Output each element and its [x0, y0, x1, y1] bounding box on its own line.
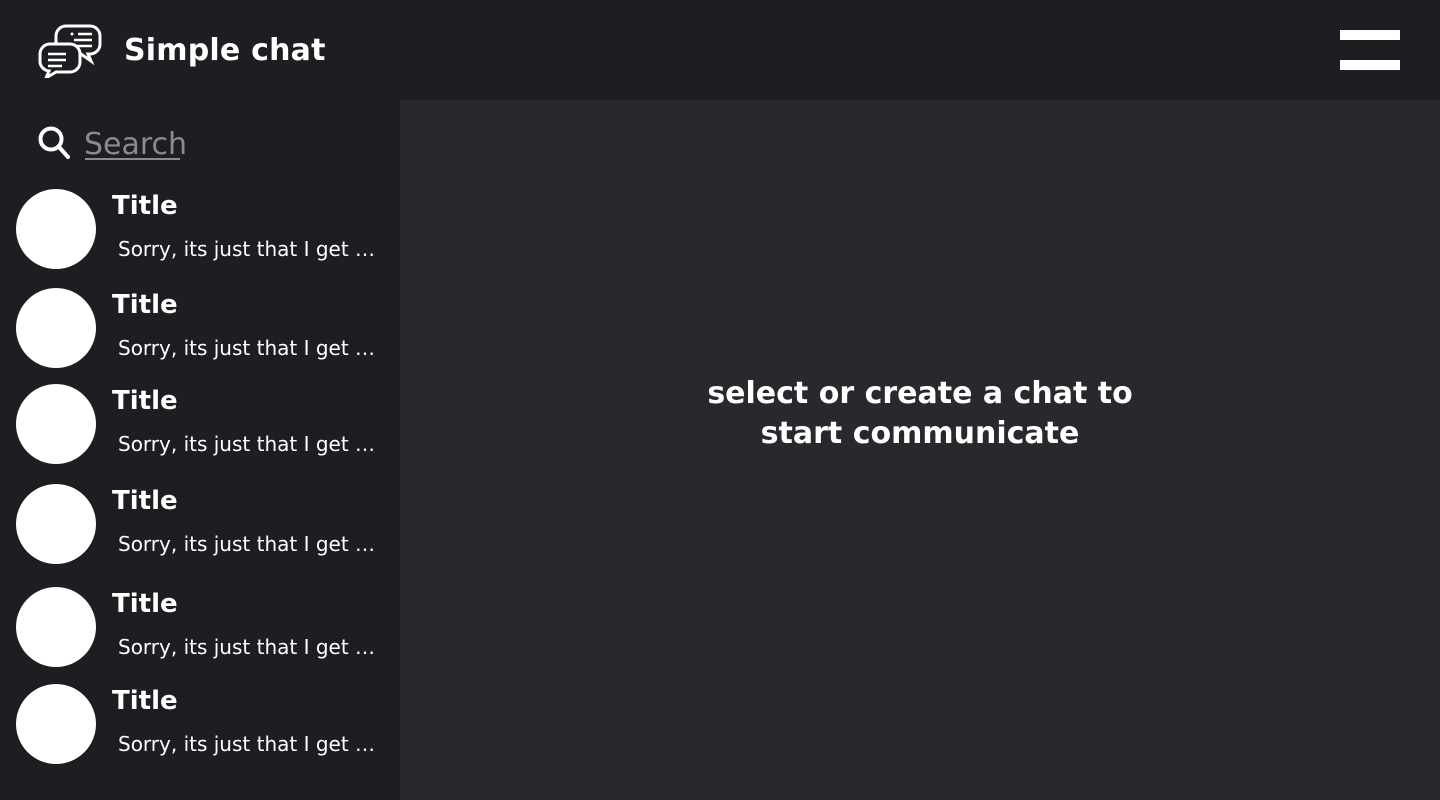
- empty-state-line-2: start communicate: [760, 416, 1080, 451]
- menu-bar-top: [1340, 30, 1400, 40]
- chat-title: Title: [112, 589, 178, 619]
- avatar: [16, 384, 96, 464]
- chat-preview: Sorry, its just that I get very nervous: [118, 732, 383, 756]
- chat-list-item[interactable]: Title Sorry, its just that I get very ne…: [0, 484, 400, 576]
- chat-title: Title: [112, 191, 178, 221]
- chat-sidebar: Title Sorry, its just that I get very ne…: [0, 100, 400, 800]
- empty-state-message: select or create a chat to start communi…: [400, 374, 1440, 454]
- avatar: [16, 189, 96, 269]
- chat-title: Title: [112, 686, 178, 716]
- chat-main-panel: select or create a chat to start communi…: [400, 100, 1440, 800]
- empty-state-line-1: select or create a chat to: [707, 376, 1133, 411]
- chat-list-item[interactable]: Title Sorry, its just that I get very ne…: [0, 189, 400, 281]
- chat-preview: Sorry, its just that I get very nervous: [118, 432, 383, 456]
- chat-list-item[interactable]: Title Sorry, its just that I get very ne…: [0, 587, 400, 679]
- chat-bubbles-icon: [38, 22, 102, 82]
- chat-title: Title: [112, 486, 178, 516]
- chat-preview: Sorry, its just that I get very nervous: [118, 237, 383, 261]
- chat-preview: Sorry, its just that I get very nervous: [118, 635, 383, 659]
- chat-title: Title: [112, 290, 178, 320]
- search-icon[interactable]: [38, 126, 70, 160]
- app-title: Simple chat: [124, 33, 326, 68]
- search-bar: [38, 124, 378, 164]
- chat-preview: Sorry, its just that I get very nervous: [118, 532, 383, 556]
- avatar: [16, 587, 96, 667]
- hamburger-menu-icon[interactable]: [1340, 30, 1400, 70]
- menu-bar-bottom: [1340, 60, 1400, 70]
- avatar: [16, 484, 96, 564]
- chat-preview: Sorry, its just that I get very nervous: [118, 336, 383, 360]
- app-header: Simple chat: [0, 0, 1440, 100]
- chat-title: Title: [112, 386, 178, 416]
- chat-list-item[interactable]: Title Sorry, its just that I get very ne…: [0, 684, 400, 776]
- chat-list-item[interactable]: Title Sorry, its just that I get very ne…: [0, 288, 400, 380]
- avatar: [16, 684, 96, 764]
- search-underline: [85, 158, 180, 160]
- avatar: [16, 288, 96, 368]
- chat-list-item[interactable]: Title Sorry, its just that I get very ne…: [0, 384, 400, 476]
